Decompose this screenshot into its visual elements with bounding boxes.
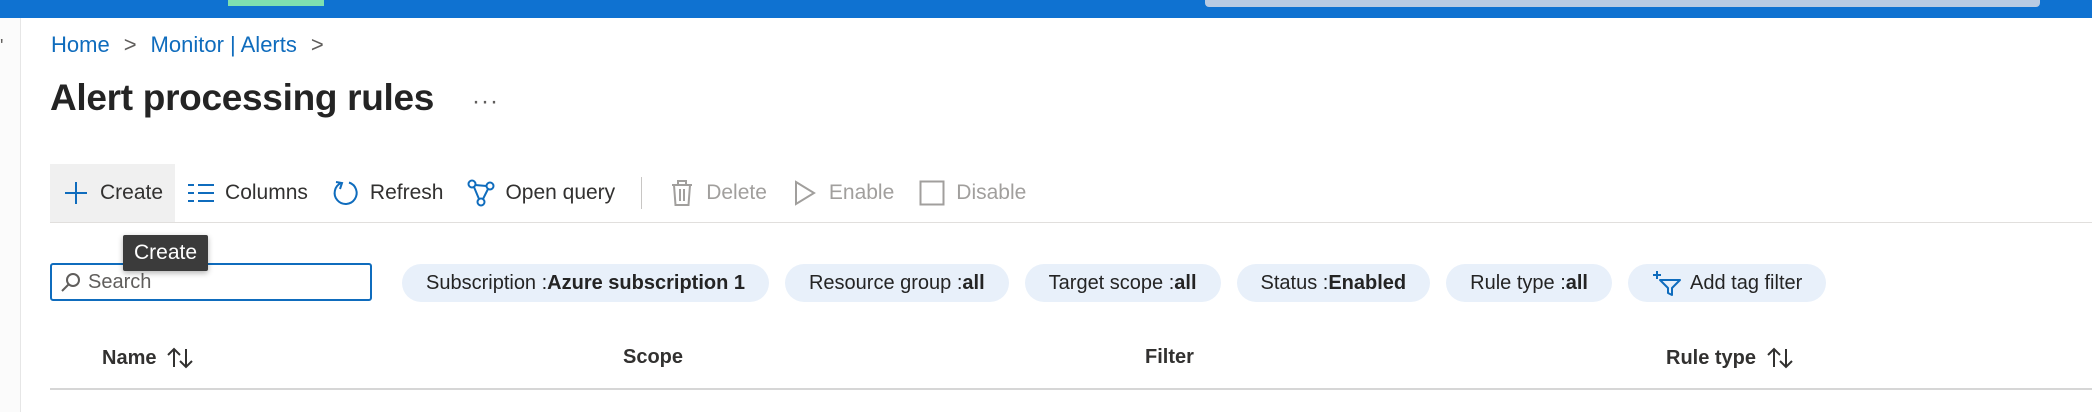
- global-search-bar[interactable]: [1205, 0, 2040, 7]
- enable-label: Enable: [828, 181, 895, 204]
- more-options-button[interactable]: ···: [472, 88, 499, 116]
- create-button[interactable]: Create: [50, 164, 176, 222]
- add-tag-filter-button[interactable]: Add tag filter: [1628, 264, 1827, 302]
- breadcrumb-home[interactable]: Home: [51, 32, 110, 58]
- sort-icon[interactable]: [166, 346, 196, 370]
- filter-key: Target scope :: [1048, 271, 1175, 294]
- open-query-label: Open query: [505, 181, 616, 204]
- breadcrumb-monitor-alerts[interactable]: Monitor | Alerts: [151, 32, 297, 58]
- query-icon: [467, 179, 495, 207]
- left-navigation-rail: ': [0, 18, 21, 412]
- columns-icon: [187, 179, 215, 207]
- table-header: Name Scope Filter Rule type: [50, 336, 2092, 390]
- toolbar-divider: [641, 177, 643, 209]
- column-label: Scope: [623, 346, 684, 368]
- column-label: Name: [102, 346, 157, 369]
- refresh-label: Refresh: [369, 181, 444, 204]
- filter-key: Resource group :: [808, 271, 963, 294]
- portal-top-bar: [0, 0, 2092, 18]
- columns-button[interactable]: Columns: [175, 164, 320, 222]
- search-icon: [60, 271, 82, 293]
- search-box[interactable]: [50, 263, 372, 301]
- breadcrumb-separator: >: [123, 32, 137, 57]
- filter-value: all: [1565, 271, 1588, 294]
- open-query-button[interactable]: Open query: [455, 164, 627, 222]
- filter-key: Subscription :: [426, 271, 548, 294]
- refresh-button[interactable]: Refresh: [320, 164, 456, 222]
- column-header-rule-type[interactable]: Rule type: [1666, 346, 1796, 370]
- refresh-icon: [332, 179, 360, 207]
- page-title: Alert processing rules: [50, 77, 435, 118]
- trash-icon: [668, 179, 696, 207]
- breadcrumb-separator: >: [310, 32, 324, 57]
- rail-edge-mark: ': [0, 36, 4, 56]
- enable-button[interactable]: Enable: [779, 164, 906, 222]
- delete-button[interactable]: Delete: [656, 164, 779, 222]
- filter-value: Enabled: [1328, 271, 1407, 294]
- filter-pill-subscription[interactable]: Subscription : Azure subscription 1: [402, 264, 769, 302]
- plus-icon: [62, 179, 90, 207]
- checkbox-icon: [918, 179, 946, 207]
- breadcrumb: Home > Monitor | Alerts >: [51, 32, 338, 58]
- column-header-filter[interactable]: Filter: [1145, 346, 1194, 369]
- filter-pill-resource-group[interactable]: Resource group : all: [784, 264, 1009, 302]
- toolbar-separator-line: [50, 222, 2092, 223]
- delete-label: Delete: [706, 181, 767, 204]
- column-label: Filter: [1145, 346, 1194, 368]
- play-icon: [791, 179, 819, 207]
- filter-value: all: [962, 271, 985, 294]
- filter-pill-rule-type[interactable]: Rule type : all: [1446, 264, 1612, 302]
- column-header-scope[interactable]: Scope: [623, 346, 683, 369]
- add-tag-filter-label: Add tag filter: [1690, 271, 1803, 294]
- column-label: Rule type: [1666, 346, 1757, 369]
- search-input[interactable]: [88, 270, 348, 294]
- filter-pill-target-scope[interactable]: Target scope : all: [1024, 264, 1221, 302]
- add-filter-icon: [1652, 269, 1682, 297]
- filter-value: all: [1174, 271, 1197, 294]
- filter-pills: Subscription : Azure subscription 1 Reso…: [402, 264, 1842, 302]
- column-header-name[interactable]: Name: [102, 346, 196, 370]
- disable-label: Disable: [956, 181, 1027, 204]
- create-tooltip: Create: [123, 235, 209, 271]
- disable-button[interactable]: Disable: [906, 164, 1038, 222]
- filter-key: Status :: [1260, 271, 1329, 294]
- filter-pill-status[interactable]: Status : Enabled: [1236, 264, 1431, 302]
- create-label: Create: [100, 181, 164, 204]
- command-bar: Create Columns Refresh Open query Delete…: [50, 164, 1038, 222]
- columns-label: Columns: [225, 181, 308, 204]
- filter-value: Azure subscription 1: [547, 271, 745, 294]
- top-bar-tab-accent: [228, 0, 324, 6]
- sort-icon[interactable]: [1766, 346, 1796, 370]
- filter-key: Rule type :: [1470, 271, 1566, 294]
